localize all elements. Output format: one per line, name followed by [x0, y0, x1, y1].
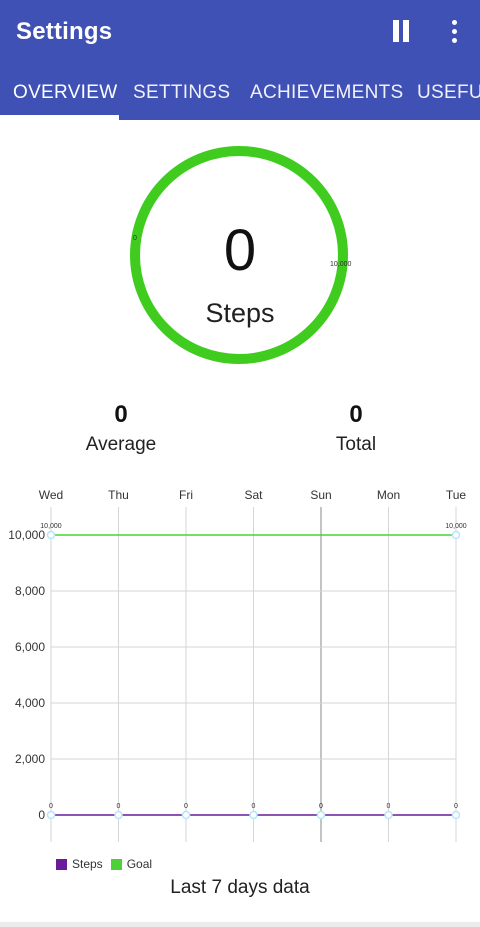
goal-data-label: 10,000 — [40, 523, 62, 530]
x-tick-label: Mon — [377, 488, 400, 502]
tab-settings[interactable]: SETTINGS — [133, 70, 230, 120]
x-tick-label: Sat — [244, 488, 263, 502]
steps-line-chart: Wed Thu Fri Sat Sun Mon Tue 0 2,000 4,000 6,000 8,0… — [8, 488, 467, 842]
x-tick-label: Thu — [108, 488, 129, 502]
legend-goal: Goal — [110, 857, 153, 871]
x-tick-label: Tue — [446, 488, 467, 502]
legend-steps-swatch — [56, 858, 67, 870]
steps-point — [114, 810, 123, 820]
x-tick-label: Sun — [310, 488, 331, 502]
average-value: 0 — [114, 401, 128, 428]
steps-label: Steps — [205, 298, 275, 328]
total-label: Total — [335, 434, 377, 455]
steps-data-label: 0 — [49, 803, 53, 810]
legend-steps: Steps — [56, 857, 103, 871]
steps-data-label: 0 — [387, 803, 391, 810]
steps-point — [46, 810, 56, 820]
steps-data-label: 0 — [252, 803, 256, 810]
total-value: 0 — [349, 401, 363, 428]
ring-min-label: 0 — [133, 235, 137, 242]
legend-steps-label: Steps — [72, 857, 103, 871]
goal-point — [46, 530, 56, 540]
legend-goal-label: Goal — [126, 857, 153, 871]
y-tick-label: 6,000 — [15, 640, 45, 654]
steps-point — [249, 810, 258, 820]
x-tick-label: Wed — [39, 488, 63, 502]
y-tick-label: 2,000 — [15, 752, 45, 766]
more-vert-icon[interactable] — [441, 14, 467, 48]
chart-caption: Last 7 days data — [170, 877, 310, 898]
pause-icon[interactable] — [386, 16, 416, 46]
y-tick-label: 8,000 — [15, 584, 45, 598]
y-tick-label: 4,000 — [15, 696, 45, 710]
steps-point — [384, 810, 393, 820]
bottom-divider — [0, 922, 480, 927]
steps-point — [451, 810, 461, 820]
app-title: Settings — [16, 18, 113, 45]
steps-count: 0 — [223, 218, 257, 283]
tab-bar: OVERVIEW SETTINGS ACHIEVEMENTS USEFUL — [0, 70, 480, 120]
steps-data-label: 0 — [319, 803, 323, 810]
y-tick-label: 0 — [38, 808, 45, 822]
steps-data-label: 0 — [184, 803, 188, 810]
steps-point — [181, 810, 191, 820]
steps-data-label: 0 — [117, 803, 121, 810]
y-tick-label: 10,000 — [8, 528, 45, 542]
legend-goal-swatch — [110, 858, 122, 870]
steps-point — [316, 810, 326, 820]
average-label: Average — [85, 434, 157, 455]
goal-point — [451, 530, 461, 540]
tab-useful[interactable]: USEFUL — [417, 70, 480, 120]
app-bar: Settings OVERVIEW SETTINGS ACHIEVEMENTS … — [0, 0, 480, 120]
tab-achievements[interactable]: ACHIEVEMENTS — [250, 70, 404, 120]
chart-legend: Steps Goal — [56, 856, 160, 872]
x-tick-label: Fri — [179, 488, 193, 502]
tab-overview[interactable]: OVERVIEW — [13, 70, 117, 120]
goal-data-label: 10,000 — [445, 523, 467, 530]
steps-data-label: 0 — [454, 803, 458, 810]
